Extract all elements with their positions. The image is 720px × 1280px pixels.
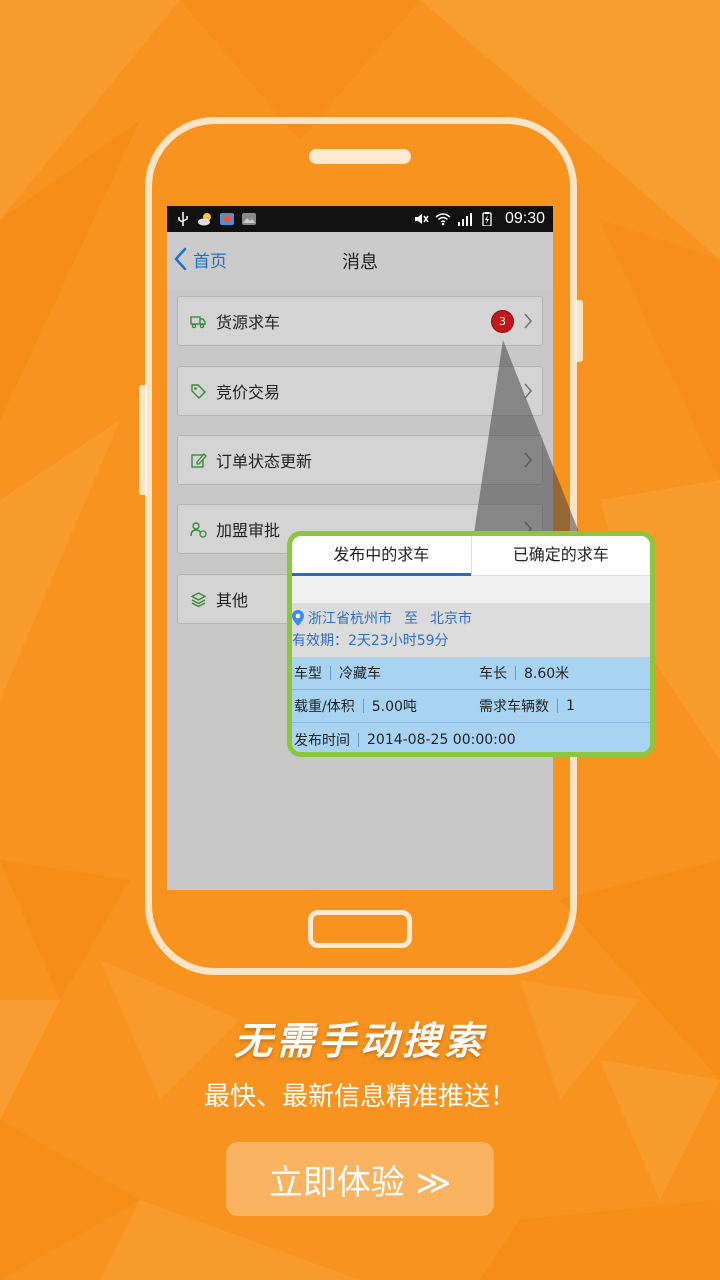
publish-time-value: 2014-08-25 00:00:00 (367, 731, 516, 748)
capacity-label: 载重/体积 (294, 699, 355, 715)
tab-confirmed-requests[interactable]: 已确定的求车 (470, 536, 651, 575)
phone-speaker (309, 149, 411, 164)
menu-item-label: 其他 (216, 591, 249, 610)
signal-icon (457, 213, 472, 226)
divider (292, 576, 650, 603)
back-label: 首页 (193, 251, 227, 272)
route-from: 浙江省杭州市 (308, 611, 392, 627)
request-tabs: 发布中的求车 已确定的求车 (292, 536, 650, 576)
validity-period: 有效期：2天23小时59分 (292, 633, 449, 649)
back-button[interactable]: 首页 (173, 246, 227, 272)
menu-item-label: 加盟审批 (216, 521, 281, 540)
truck-icon (190, 315, 206, 328)
usb-icon (178, 212, 188, 226)
vehicle-type-value: 冷藏车 (339, 666, 381, 682)
weather-icon (198, 213, 211, 226)
divider (358, 732, 359, 747)
request-detail-popup: 发布中的求车 已确定的求车 浙江省杭州市 至 北京市 有效期：2天23小时59分… (287, 531, 655, 757)
phone-home-button (308, 910, 412, 948)
route-separator: 至 (404, 611, 418, 627)
mute-icon (414, 214, 429, 224)
location-pin-icon (292, 610, 304, 626)
status-bar: 09:30 (167, 206, 553, 232)
vehicle-length-label: 车长 (479, 666, 507, 682)
vehicle-length-value: 8.60米 (524, 666, 570, 682)
promo-subline: 最快、最新信息精准推送！ (203, 1082, 516, 1112)
image-icon (242, 213, 256, 225)
vehicle-type-label: 车型 (294, 666, 322, 682)
try-now-button[interactable]: 立即体验 ≫ (226, 1142, 494, 1216)
app-icon (220, 213, 234, 225)
phone-volume-button (139, 385, 147, 495)
request-details: 车型 冷藏车 车长 8.60米 载重/体积 5.00吨 需求车辆数 1 发布时间… (292, 657, 650, 752)
chevron-right-icon (524, 383, 533, 399)
chevron-right-icon (524, 452, 533, 468)
menu-item-label: 竞价交易 (216, 383, 281, 402)
detail-row: 载重/体积 5.00吨 需求车辆数 1 (292, 690, 650, 723)
divider (515, 666, 516, 680)
phone-power-button (575, 300, 583, 362)
detail-row: 发布时间 2014-08-25 00:00:00 (292, 723, 650, 752)
menu-item-label: 货源求车 (216, 313, 281, 332)
title-bar: 首页 消息 (167, 232, 553, 290)
user-check-icon (190, 521, 207, 538)
route-to: 北京市 (430, 611, 472, 627)
status-time: 09:30 (504, 210, 545, 227)
tab-published-requests[interactable]: 发布中的求车 (292, 536, 471, 576)
chevron-left-icon (174, 247, 187, 271)
edit-icon (191, 452, 207, 468)
menu-item-cargo-request[interactable]: 货源求车 3 (177, 296, 543, 346)
detail-row: 车型 冷藏车 车长 8.60米 (292, 657, 650, 690)
divider (362, 699, 364, 713)
divider (557, 699, 558, 713)
menu-item-bidding[interactable]: 竞价交易 (177, 366, 543, 416)
divider (330, 666, 331, 680)
publish-time-label: 发布时间 (294, 732, 350, 749)
tag-icon (191, 383, 206, 399)
wifi-icon (435, 213, 451, 226)
promo-headline: 无需手动搜索 (233, 1018, 486, 1063)
menu-item-order-status[interactable]: 订单状态更新 (177, 435, 543, 485)
chevron-right-icon (524, 313, 533, 329)
vehicle-count-label: 需求车辆数 (479, 699, 549, 715)
unread-badge: 3 (491, 310, 514, 333)
layers-icon (190, 591, 207, 607)
capacity-value: 5.00吨 (371, 699, 417, 715)
route-info[interactable]: 浙江省杭州市 至 北京市 有效期：2天23小时59分 (292, 603, 650, 657)
battery-icon (482, 212, 492, 226)
menu-item-label: 订单状态更新 (216, 452, 313, 471)
vehicle-count-value: 1 (566, 698, 575, 714)
